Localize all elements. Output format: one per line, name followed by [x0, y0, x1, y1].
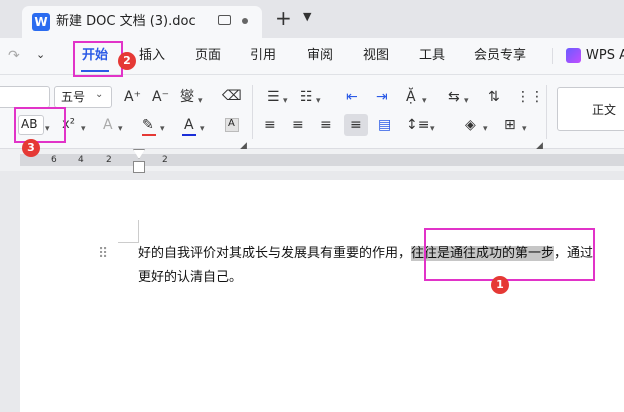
chevron-down-icon[interactable]: ▾ — [81, 120, 86, 138]
ruler-number: 6 — [51, 155, 57, 165]
grow-font-icon[interactable]: A⁺ — [124, 88, 141, 106]
ruler-number: 2 — [106, 155, 112, 165]
line-break-icon[interactable]: ⇆ — [448, 88, 460, 106]
document-tab-title: 新建 DOC 文档 (3).doc — [56, 14, 196, 29]
chevron-down-icon[interactable]: ▾ — [483, 120, 488, 138]
ruler-number: 2 — [162, 155, 168, 165]
redo-icon[interactable]: ↷ — [8, 47, 20, 65]
align-right-icon[interactable]: ≡ — [320, 116, 332, 134]
font-size-select[interactable]: 五号 ⌄ — [54, 86, 112, 108]
text-direction-icon[interactable]: Ặ — [406, 88, 416, 106]
borders-icon[interactable]: ⊞ — [504, 116, 516, 134]
paragraph-line-2[interactable]: 更好的认清自己。 — [138, 268, 242, 288]
drag-handle-icon[interactable]: ⠿ — [98, 247, 108, 261]
eraser-icon[interactable]: ⌫ — [222, 87, 242, 105]
chevron-down-icon[interactable]: ▼ — [303, 10, 311, 23]
justify-button-active[interactable]: ≡ — [344, 114, 368, 136]
chevron-down-icon[interactable]: ▾ — [522, 120, 527, 138]
annotation-badge-1: 1 — [491, 276, 509, 294]
decrease-indent-icon[interactable]: ⇤ — [346, 88, 358, 106]
chevron-down-icon: ⌄ — [95, 89, 104, 100]
shrink-font-icon[interactable]: A⁻ — [152, 88, 169, 106]
chevron-down-icon[interactable]: ▾ — [316, 92, 321, 110]
increase-indent-icon[interactable]: ⇥ — [376, 88, 388, 106]
chevron-down-icon[interactable]: ▾ — [422, 92, 427, 110]
line-spacing-icon[interactable]: ↕≡ — [406, 116, 429, 134]
add-tab-icon[interactable]: + — [275, 6, 292, 30]
menu-tab-tools[interactable]: 工具 — [419, 48, 445, 64]
font-color-icon[interactable]: A — [184, 116, 194, 134]
menu-tab-references[interactable]: 引用 — [250, 48, 276, 64]
wps-ai-icon[interactable] — [566, 48, 581, 63]
annotation-box-start-tab — [73, 41, 123, 77]
chevron-down-icon[interactable]: ▾ — [118, 120, 123, 138]
show-marks-icon[interactable]: ⋮⋮ — [516, 88, 544, 106]
chevron-down-icon[interactable]: ▾ — [430, 120, 435, 138]
paragraph-shading-icon[interactable]: ◈ — [465, 116, 476, 134]
menu-tab-page[interactable]: 页面 — [195, 48, 221, 64]
text-before-selection: 好的自我评价对其成长与发展具有重要的作用， — [138, 246, 412, 261]
highlight-icon[interactable]: ✎ — [142, 116, 154, 134]
style-normal-button[interactable]: 正文 — [557, 87, 624, 131]
title-bar: W 新建 DOC 文档 (3).doc + ▼ — [0, 0, 624, 38]
annotation-box-text-effect — [14, 107, 66, 143]
menu-tab-review[interactable]: 审阅 — [307, 48, 333, 64]
style-normal-label: 正文 — [592, 103, 617, 117]
document-tab[interactable]: W 新建 DOC 文档 (3).doc — [22, 6, 262, 38]
justify-icon: ≡ — [350, 117, 362, 133]
chevron-down-icon[interactable]: ▾ — [160, 120, 165, 138]
highlight-color-bar — [142, 134, 156, 136]
align-center-icon[interactable]: ≡ — [292, 116, 304, 134]
writer-app-icon: W — [32, 13, 50, 31]
phonetic-guide-icon[interactable]: 燮 — [180, 88, 194, 106]
annotation-badge-2: 2 — [118, 52, 136, 70]
horizontal-ruler: 6 4 2 2 — [0, 149, 624, 173]
chevron-down-icon[interactable]: ▾ — [198, 92, 203, 110]
char-shading-icon[interactable]: A — [225, 118, 239, 132]
menu-divider — [552, 48, 553, 64]
monitor-icon[interactable] — [218, 15, 231, 25]
ribbon-divider — [252, 85, 253, 139]
font-color-bar — [182, 134, 196, 136]
ribbon-toolbar: 五号 ⌄ A⁺ A⁻ 燮 ▾ ⌫ ☰ ▾ ☷ ▾ ⇤ ⇥ Ặ ▾ ⇆ ▾ ⇅ ⋮… — [0, 75, 624, 151]
ruler-number: 4 — [78, 155, 84, 165]
numbered-list-icon[interactable]: ☷ — [300, 88, 313, 106]
distribute-icon[interactable]: ▤ — [378, 116, 391, 134]
menu-tab-wps-ai[interactable]: WPS A — [586, 48, 624, 64]
annotation-badge-3: 3 — [22, 139, 40, 157]
chevron-down-icon[interactable]: ▾ — [464, 92, 469, 110]
document-page[interactable]: ⠿ 好的自我评价对其成长与发展具有重要的作用，往往是通往成功的第一步，通过 更好… — [20, 180, 624, 412]
menu-tab-view[interactable]: 视图 — [363, 48, 389, 64]
quick-access-chevron-icon[interactable]: ⌄ — [36, 46, 45, 64]
chevron-down-icon[interactable]: ▾ — [283, 92, 288, 110]
chevron-down-icon[interactable]: ▾ — [200, 120, 205, 138]
menu-tab-insert[interactable]: 插入 — [139, 48, 165, 64]
left-indent-marker[interactable] — [133, 161, 145, 173]
unsaved-dot-icon[interactable] — [242, 18, 248, 24]
font-name-select[interactable] — [0, 86, 50, 108]
font-size-value: 五号 — [61, 90, 86, 104]
ribbon-divider — [546, 85, 547, 139]
margin-corner-mark — [118, 220, 139, 243]
menu-tab-member[interactable]: 会员专享 — [474, 48, 526, 64]
bullet-list-icon[interactable]: ☰ — [267, 88, 280, 106]
text-outline-icon[interactable]: A — [103, 116, 113, 134]
sort-icon[interactable]: ⇅ — [488, 88, 500, 106]
align-left-icon[interactable]: ≡ — [264, 116, 276, 134]
annotation-box-selection — [424, 228, 595, 281]
